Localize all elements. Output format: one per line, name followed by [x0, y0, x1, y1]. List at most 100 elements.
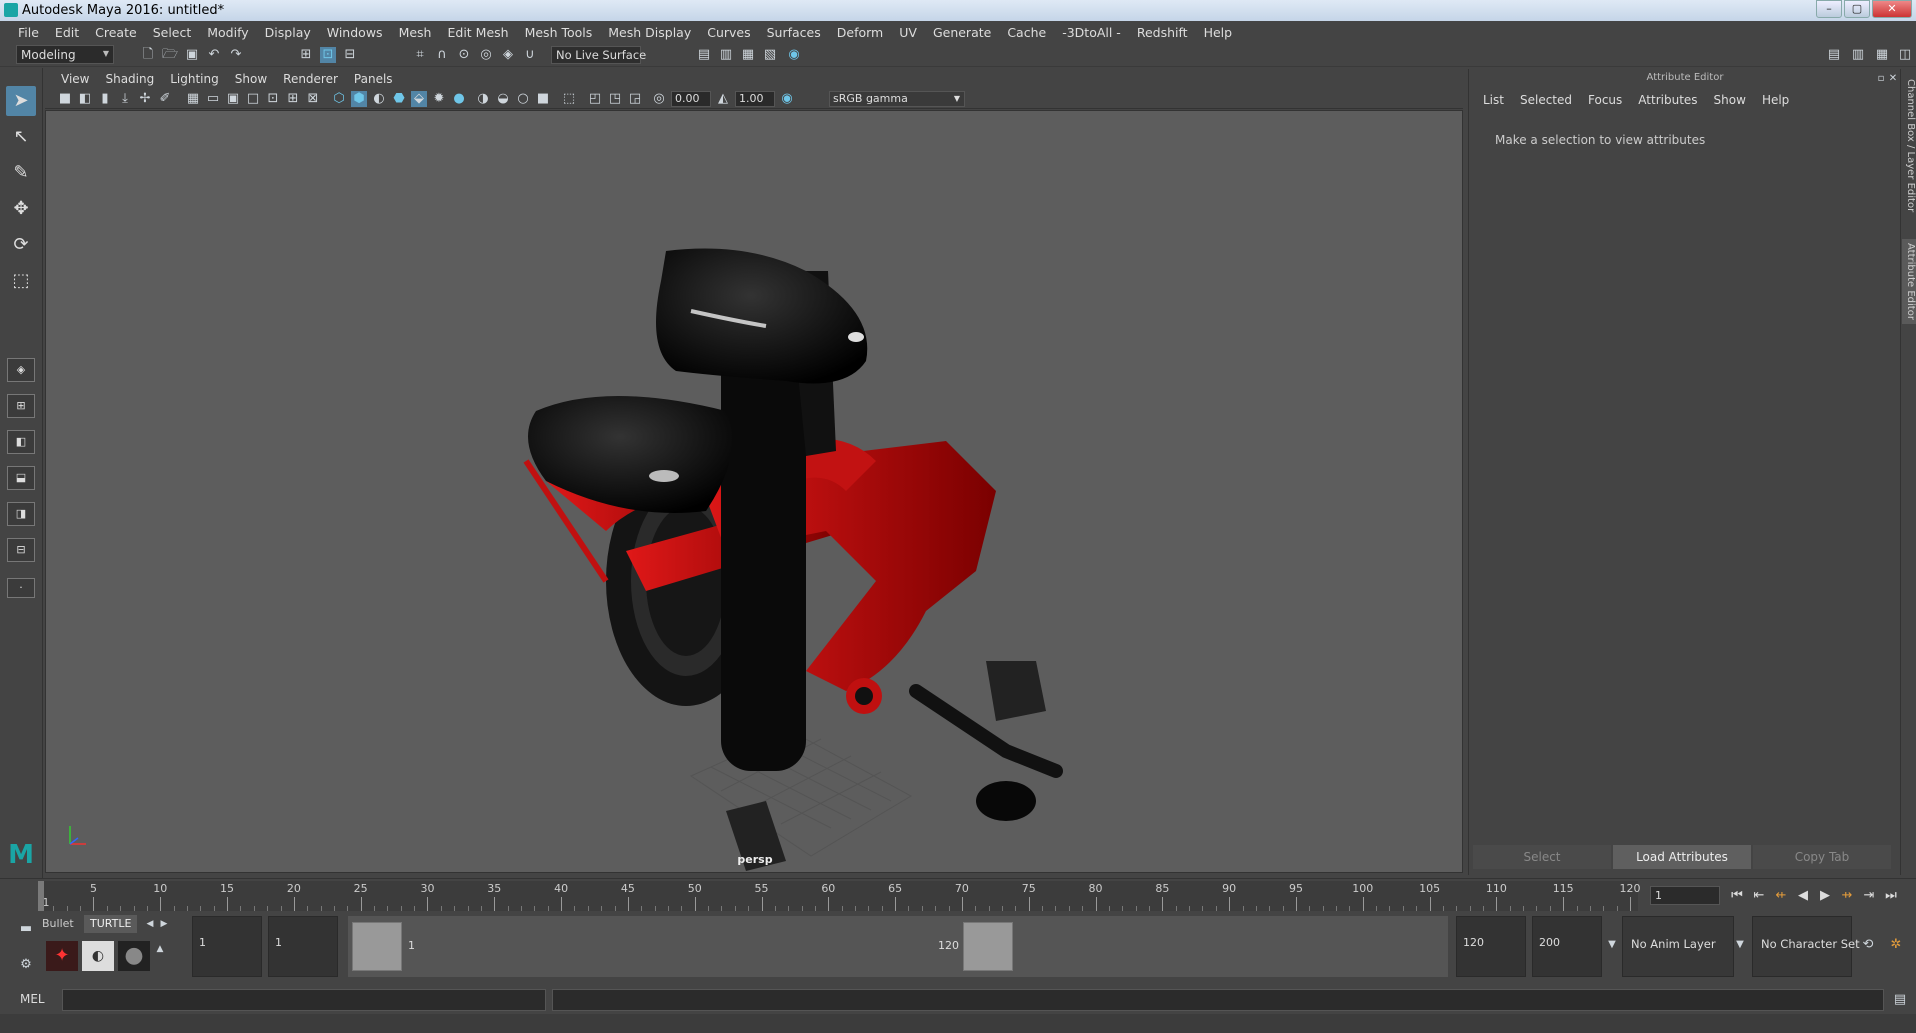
bookmark-icon[interactable]: ▮ [97, 91, 113, 107]
menu-mesh[interactable]: Mesh [391, 25, 440, 40]
ae-copy-tab-button[interactable]: Copy Tab [1753, 845, 1891, 869]
viewport-menu-lighting[interactable]: Lighting [162, 72, 227, 86]
shelf-collapse-icon[interactable]: ▬ [18, 921, 34, 937]
magnet-icon[interactable]: ∪ [522, 47, 538, 63]
exposure-icon[interactable]: ◎ [651, 91, 667, 107]
grease-pencil-icon[interactable]: ✐ [157, 91, 173, 107]
playback-end-field[interactable]: 120 [1456, 916, 1526, 977]
camera-attributes-icon[interactable]: ◧ [77, 91, 93, 107]
field-chart-icon[interactable]: ⊡ [265, 91, 281, 107]
menu-windows[interactable]: Windows [319, 25, 391, 40]
rotate-tool-icon[interactable]: ⟳ [6, 230, 36, 260]
menu-file[interactable]: File [10, 25, 47, 40]
menu-set-dropdown[interactable]: Modeling [16, 45, 114, 64]
film-gate-icon[interactable]: ▭ [205, 91, 221, 107]
ae-menu-list[interactable]: List [1475, 93, 1512, 107]
minimize-button[interactable]: – [1816, 0, 1842, 18]
select-object-icon[interactable]: ⊡ [320, 47, 336, 63]
ae-menu-show[interactable]: Show [1706, 93, 1754, 107]
menu-mesh-display[interactable]: Mesh Display [600, 25, 699, 40]
resolution-gate-icon[interactable]: ▣ [225, 91, 241, 107]
xray-joints-icon[interactable]: ◲ [627, 91, 643, 107]
anim-layer-dropdown[interactable]: No Anim Layer [1622, 916, 1734, 977]
perspective-viewport[interactable]: persp [45, 110, 1463, 873]
go-to-end-icon[interactable]: ⏭ [1882, 887, 1900, 905]
menu-modify[interactable]: Modify [199, 25, 256, 40]
scale-tool-icon[interactable]: ⬚ [6, 266, 36, 296]
move-tool-icon[interactable]: ✥ [6, 194, 36, 224]
render-frame-icon[interactable]: ▥ [718, 47, 734, 63]
go-to-start-icon[interactable]: ⏮ [1728, 887, 1746, 905]
menu-3dtoall[interactable]: -3DtoAll - [1054, 25, 1129, 40]
save-scene-icon[interactable]: ▣ [184, 47, 200, 63]
redo-icon[interactable]: ↷ [228, 47, 244, 63]
animation-end-field[interactable]: 200 [1532, 916, 1602, 977]
range-slider-track[interactable]: 1 120 [348, 916, 1448, 977]
render-settings-icon[interactable]: ▤ [696, 47, 712, 63]
current-time-indicator[interactable] [38, 881, 44, 911]
shelf-menu-icon[interactable]: ▲ [152, 941, 168, 957]
motion-blur-icon[interactable]: ◒ [495, 91, 511, 107]
exposure-field[interactable]: 0.00 [671, 91, 711, 107]
snap-curve-icon[interactable]: ∩ [434, 47, 450, 63]
gate-mask-icon[interactable]: □ [245, 91, 261, 107]
channel-box-toggle-icon[interactable]: ◫ [1897, 47, 1913, 63]
viewport-menu-show[interactable]: Show [227, 72, 275, 86]
menu-surfaces[interactable]: Surfaces [759, 25, 829, 40]
select-hierarchy-icon[interactable]: ⊞ [298, 47, 314, 63]
ae-menu-help[interactable]: Help [1754, 93, 1797, 107]
screen-space-ao-icon[interactable]: ◑ [475, 91, 491, 107]
menu-generate[interactable]: Generate [925, 25, 999, 40]
multisample-aa-icon[interactable]: ○ [515, 91, 531, 107]
close-button[interactable]: ✕ [1872, 0, 1912, 18]
shelf-settings-icon[interactable]: ⚙ [18, 957, 34, 973]
snap-surface-icon[interactable]: ◈ [500, 47, 516, 63]
script-language-toggle[interactable]: MEL [20, 992, 45, 1006]
default-material-icon[interactable]: ◐ [371, 91, 387, 107]
range-end-handle[interactable] [963, 922, 1013, 971]
wireframe-icon[interactable]: ⬡ [331, 91, 347, 107]
camera-select-icon[interactable]: ■ [57, 91, 73, 107]
outliner-toggle-icon[interactable]: ▦ [1874, 47, 1890, 63]
ae-menu-selected[interactable]: Selected [1512, 93, 1580, 107]
tab-attribute-editor[interactable]: Attribute Editor [1902, 239, 1916, 324]
shadows-icon[interactable]: ● [451, 91, 467, 107]
persp-graph-layout-icon[interactable]: ◨ [7, 502, 35, 526]
render-view-icon[interactable]: ▧ [762, 47, 778, 63]
time-ruler[interactable]: 1 5 10 15 20 25 30 35 40 45 50 55 60 65 70 75 80 85 90 95 10… [38, 881, 1641, 911]
view-transform-dropdown[interactable]: sRGB gamma ▼ [829, 91, 965, 107]
animation-preferences-icon[interactable]: ✲ [1888, 937, 1904, 953]
material-sphere-icon[interactable]: ● [118, 941, 150, 971]
ae-menu-focus[interactable]: Focus [1580, 93, 1630, 107]
select-tool-icon[interactable]: ➤ [6, 86, 36, 116]
persp-outliner-layout-icon[interactable]: ⬓ [7, 466, 35, 490]
snap-view-icon[interactable]: ◎ [478, 47, 494, 63]
workspace-icon[interactable]: ▤ [1826, 47, 1842, 63]
chevron-down-icon[interactable]: ▼ [1732, 937, 1748, 953]
viewport-menu-panels[interactable]: Panels [346, 72, 401, 86]
gamma-field[interactable]: 1.00 [735, 91, 775, 107]
menu-redshift[interactable]: Redshift [1129, 25, 1196, 40]
menu-mesh-tools[interactable]: Mesh Tools [517, 25, 601, 40]
render-options-icon[interactable]: ◐ [82, 941, 114, 971]
menu-uv[interactable]: UV [891, 25, 925, 40]
viewport-menu-shading[interactable]: Shading [97, 72, 162, 86]
close-panel-icon[interactable]: ✕ [1885, 71, 1901, 87]
play-backwards-icon[interactable]: ◀ [1794, 887, 1812, 905]
shelf-tab-turtle[interactable]: TURTLE [84, 915, 138, 933]
current-frame-field[interactable]: 1 [1650, 886, 1720, 905]
menu-deform[interactable]: Deform [829, 25, 891, 40]
grid-toggle-icon[interactable]: ▦ [185, 91, 201, 107]
step-back-key-icon[interactable]: ⇤ [1750, 887, 1768, 905]
undo-icon[interactable]: ↶ [206, 47, 222, 63]
four-view-layout-icon[interactable]: ⊞ [7, 394, 35, 418]
menu-display[interactable]: Display [257, 25, 319, 40]
snap-point-icon[interactable]: ⊙ [456, 47, 472, 63]
new-scene-icon[interactable]: 🗋 [140, 47, 156, 63]
wireframe-on-shaded-icon[interactable]: ⬣ [391, 91, 407, 107]
textured-icon[interactable]: ⬙ [411, 91, 427, 107]
shelf-scroll-right-icon[interactable]: ▶ [156, 916, 172, 932]
lasso-tool-icon[interactable]: ↖ [6, 122, 36, 152]
live-surface-field[interactable]: No Live Surface [551, 46, 646, 64]
menu-edit[interactable]: Edit [47, 25, 87, 40]
